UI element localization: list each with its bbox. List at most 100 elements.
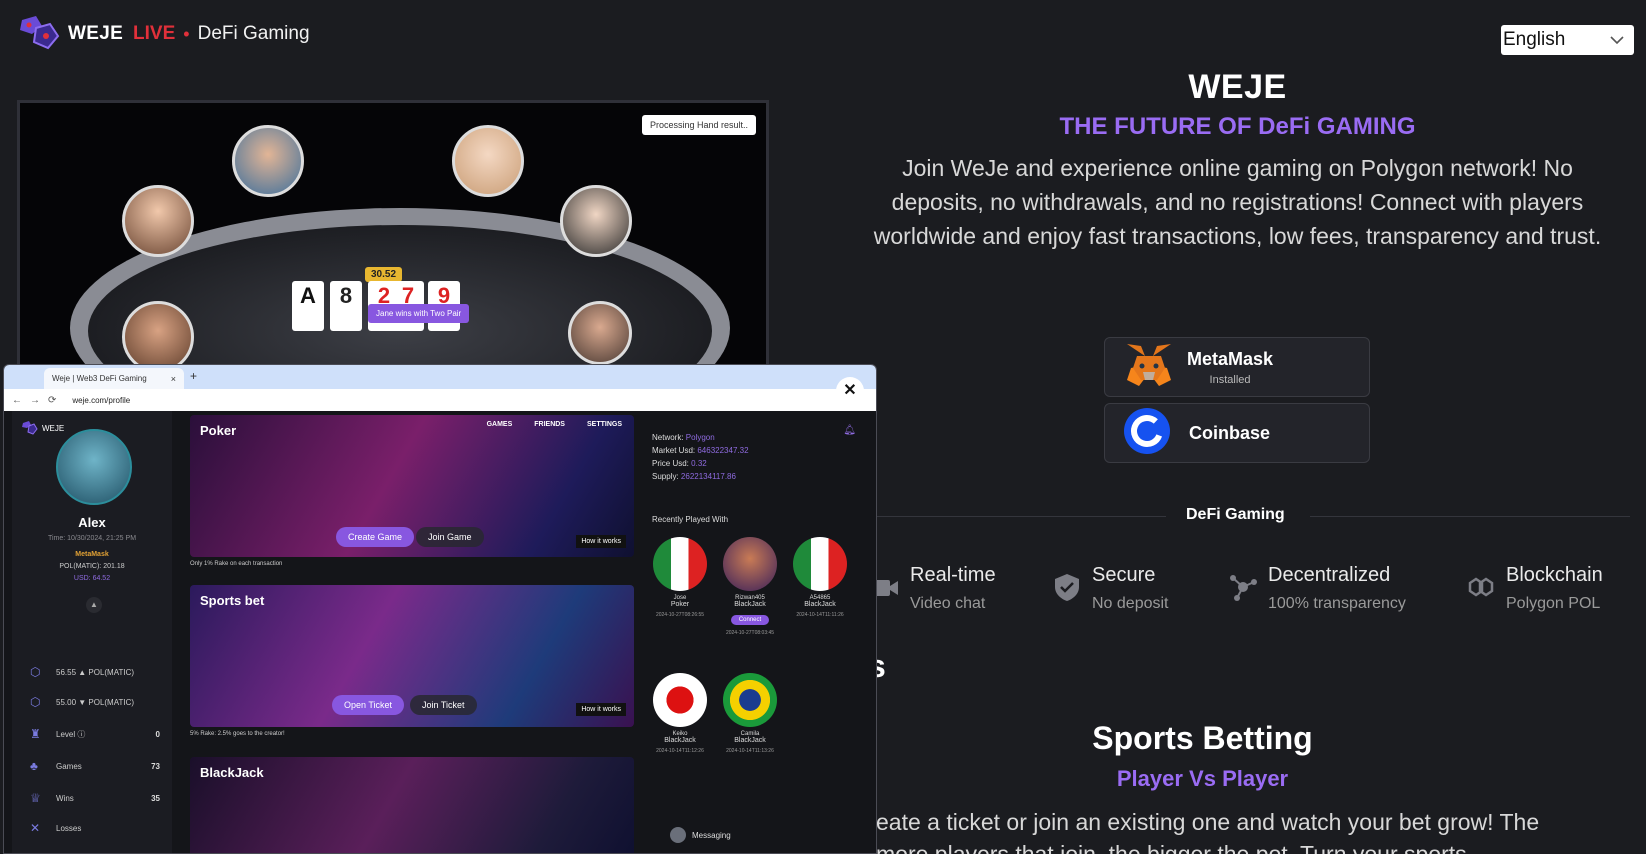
network-row: Network: Polygon: [652, 433, 715, 442]
sports-title: Sports Betting: [1092, 720, 1313, 756]
market-row: Market Usd: 646322347.32: [652, 446, 749, 455]
forward-icon[interactable]: →: [30, 395, 40, 406]
weje-logo-icon: [22, 421, 38, 435]
sports-subtitle: Player Vs Player: [1116, 766, 1289, 791]
player-date: 2024-10-14T11:13:26: [726, 748, 774, 754]
join-game-button[interactable]: Join Game: [416, 527, 484, 547]
feature-blockchain: Blockchain Polygon POL: [1466, 564, 1603, 613]
polygon-icon: ⬡: [30, 695, 41, 709]
player-avatar: [560, 185, 632, 257]
hero-title: WEJE: [1188, 68, 1287, 106]
pot-amount: 30.52: [365, 267, 403, 282]
profile-time: Time: 10/30/2024, 21:25 PM: [47, 535, 137, 542]
create-game-button[interactable]: Create Game: [336, 527, 415, 547]
language-value: English: [1503, 29, 1566, 50]
level-icon: ♜: [30, 727, 41, 741]
player-game: BlackJack: [734, 737, 766, 744]
blackjack-game-card[interactable]: BlackJack: [190, 757, 634, 853]
stat-value: 35: [151, 793, 160, 803]
stat-value: 0: [155, 729, 160, 739]
back-icon[interactable]: ←: [12, 395, 22, 406]
brand-name: WEJE: [68, 23, 124, 44]
open-ticket-button[interactable]: Open Ticket: [332, 695, 405, 715]
messaging-bar[interactable]: Messaging: [670, 827, 731, 843]
flag-mexico-icon: [653, 537, 707, 591]
win-message: Jane wins with Two Pair: [368, 304, 470, 323]
profile-name: Alex: [78, 515, 106, 530]
url-text[interactable]: weje.com/profile: [72, 396, 130, 405]
recent-title: Recently Played With: [652, 515, 729, 524]
tab-games[interactable]: GAMES: [487, 421, 513, 428]
player-avatar: [122, 185, 194, 257]
poker-table-screenshot: Processing Hand result.. 30.52 A 8 2 7 9…: [17, 100, 769, 370]
tab-settings[interactable]: SETTINGS: [587, 421, 622, 428]
app-content: WEJE Alex Time: 10/30/2024, 21:25 PM Met…: [4, 411, 876, 853]
tab-title: Weje | Web3 DeFi Gaming: [52, 374, 147, 383]
player-date: 2024-10-27T08:03:45: [725, 630, 775, 636]
how-it-works-link[interactable]: How it works: [576, 535, 626, 548]
collapse-icon[interactable]: ▲: [86, 597, 102, 613]
app-logo: WEJE: [22, 421, 64, 435]
feature-subtitle: Video chat: [910, 595, 986, 612]
player-game: BlackJack: [804, 601, 836, 608]
game-title: Poker: [200, 423, 237, 438]
stat-row: ⬡ 55.00 ▼ POL(MATIC): [30, 695, 160, 709]
recent-player[interactable]: A54865 BlackJack 2024-10-14T11:11:26: [790, 537, 850, 618]
new-tab-icon[interactable]: +: [190, 369, 197, 383]
stat-label: 55.00 ▼ POL(MATIC): [56, 697, 135, 707]
tab-close-icon[interactable]: ×: [171, 374, 176, 384]
messaging-label: Messaging: [692, 830, 731, 840]
losses-icon: ✕: [30, 821, 41, 835]
network-info: Network: Polygon Market Usd: 646322347.3…: [652, 431, 749, 483]
browser-tab[interactable]: Weje | Web3 DeFi Gaming ×: [44, 368, 184, 389]
player-avatar: [568, 301, 632, 365]
shield-check-icon: [1052, 572, 1082, 602]
connect-button[interactable]: Connect: [730, 615, 770, 625]
trophy-icon: ♕: [30, 791, 41, 805]
reload-icon[interactable]: ⟳: [48, 395, 56, 406]
divider-right: [1310, 516, 1630, 517]
network-nodes-icon: [1228, 572, 1258, 602]
brand-bar[interactable]: WEJE LIVE • DeFi Gaming: [18, 16, 310, 52]
profile-wallet: MetaMask: [75, 551, 109, 558]
divider-left: [876, 516, 1166, 517]
metamask-status: Installed: [1209, 373, 1251, 386]
top-nav-tabs: GAMES FRIENDS SETTINGS: [487, 421, 622, 428]
game-note: Only 1% Rake on each transaction: [190, 561, 283, 567]
game-note: 5% Rake: 2.5% goes to the creator!: [190, 731, 285, 737]
player-avatar: [122, 301, 194, 367]
bell-icon[interactable]: 🔔︎: [843, 425, 856, 436]
recent-player[interactable]: Rizwan405 BlackJack Connect 2024-10-27T0…: [720, 537, 780, 636]
weje-logo-icon: [18, 16, 62, 52]
metamask-label: MetaMask: [1187, 348, 1274, 369]
language-select[interactable]: English: [1501, 25, 1634, 55]
player-avatar: [232, 125, 304, 197]
recent-player[interactable]: Keiko BlackJack 2024-10-14T11:12:26: [650, 673, 710, 754]
game-title: BlackJack: [200, 765, 264, 780]
how-it-works-link[interactable]: How it works: [576, 703, 626, 716]
address-bar[interactable]: ← → ⟳ weje.com/profile: [4, 389, 876, 411]
poker-game-card[interactable]: Poker GAMES FRIENDS SETTINGS Create Game…: [190, 415, 634, 557]
join-ticket-button[interactable]: Join Ticket: [410, 695, 477, 715]
player-game: Poker: [670, 601, 690, 608]
avatar[interactable]: [56, 429, 132, 505]
recent-player[interactable]: Camila BlackJack 2024-10-14T11:13:26: [720, 673, 780, 754]
polygon-chain-icon: [1466, 572, 1496, 602]
stat-label: Wins: [56, 793, 74, 803]
tab-bar: Weje | Web3 DeFi Gaming × +: [4, 365, 876, 389]
sports-description-line2: more players that join, the bigger the p…: [876, 841, 1467, 854]
hero-section: WEJE THE FUTURE OF DeFi GAMING Join WeJe…: [850, 68, 1625, 253]
metamask-connect-button[interactable]: MetaMask Installed: [1104, 337, 1370, 397]
tab-friends[interactable]: FRIENDS: [534, 421, 565, 428]
coinbase-connect-button[interactable]: Coinbase: [1104, 403, 1370, 463]
hero-description: Join WeJe and experience online gaming o…: [873, 155, 1602, 249]
recent-player[interactable]: Jose Poker 2024-10-27T08:26:55: [650, 537, 710, 618]
polygon-icon: ⬡: [30, 665, 41, 679]
sports-bet-card[interactable]: Sports bet Open Ticket Join Ticket How i…: [190, 585, 634, 727]
feature-decentralized: Decentralized 100% transparency: [1228, 564, 1406, 613]
brand-subtitle: DeFi Gaming: [197, 23, 310, 44]
stat-row: ⬡ 56.55 ▲ POL(MATIC): [30, 665, 160, 679]
sports-description-line1: eate a ticket or join an existing one an…: [876, 809, 1540, 835]
coinbase-icon: [1123, 407, 1171, 460]
close-icon[interactable]: ✕: [836, 377, 864, 405]
